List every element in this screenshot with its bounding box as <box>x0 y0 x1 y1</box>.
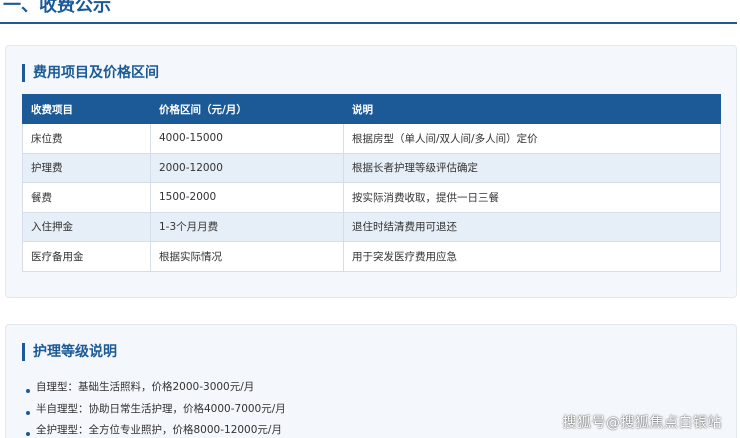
cell-description: 按实际消费收取，提供一日三餐 <box>343 182 721 213</box>
fee-table: 收费项目 价格区间（元/月） 说明 床位费 4000-15000 根据房型（单人… <box>22 94 721 272</box>
list-item: 半自理型：协助日常生活护理，价格4000-7000元/月 <box>26 399 286 421</box>
header-item: 收费项目 <box>22 94 151 124</box>
bullet-dot-icon <box>26 389 30 393</box>
table-row: 护理费 2000-12000 根据长者护理等级评估确定 <box>22 152 721 183</box>
cell-description: 用于突发医疗费用应急 <box>343 241 721 272</box>
cell-price: 4000-15000 <box>150 123 344 154</box>
cell-item: 餐费 <box>22 182 151 213</box>
cell-price: 根据实际情况 <box>150 241 344 272</box>
cell-description: 退住时结清费用可退还 <box>343 211 721 242</box>
cell-price: 1500-2000 <box>150 182 344 213</box>
cell-price: 1-3个月月费 <box>150 211 344 242</box>
watermark: 搜狐号@搜狐焦点白银站 <box>562 415 722 431</box>
cell-item: 入住押金 <box>22 211 151 242</box>
section-title: 一、收费公示 <box>3 0 111 16</box>
list-item-text: 自理型：基础生活照料，价格2000-3000元/月 <box>36 381 255 393</box>
care-card-title: 护理等级说明 <box>22 343 117 361</box>
list-item: 自理型：基础生活照料，价格2000-3000元/月 <box>26 377 286 399</box>
fee-card-title: 费用项目及价格区间 <box>22 64 159 82</box>
table-header-row: 收费项目 价格区间（元/月） 说明 <box>22 94 721 124</box>
table-row: 餐费 1500-2000 按实际消费收取，提供一日三餐 <box>22 182 721 213</box>
table-row: 医疗备用金 根据实际情况 用于突发医疗费用应急 <box>22 241 721 272</box>
bullet-dot-icon <box>26 410 30 415</box>
section-heading: 一、收费公示 <box>0 0 737 24</box>
cell-price: 2000-12000 <box>150 152 344 183</box>
list-item: 全护理型：全方位专业照护，价格8000-12000元/月 <box>26 420 286 438</box>
care-level-list: 自理型：基础生活照料，价格2000-3000元/月 半自理型：协助日常生活护理，… <box>26 377 286 438</box>
list-item-text: 半自理型：协助日常生活护理，价格4000-7000元/月 <box>36 402 286 415</box>
cell-item: 护理费 <box>22 152 151 183</box>
cell-item: 医疗备用金 <box>22 241 151 272</box>
cell-item: 床位费 <box>22 123 151 154</box>
header-description: 说明 <box>343 94 721 124</box>
cell-description: 根据长者护理等级评估确定 <box>343 152 721 183</box>
header-price-range: 价格区间（元/月） <box>150 94 344 124</box>
fee-card: 费用项目及价格区间 收费项目 价格区间（元/月） 说明 床位费 4000-150… <box>5 45 737 298</box>
list-item-text: 全护理型：全方位专业照护，价格8000-12000元/月 <box>36 424 282 436</box>
cell-description: 根据房型（单人间/双人间/多人间）定价 <box>343 123 721 154</box>
table-row: 入住押金 1-3个月月费 退住时结清费用可退还 <box>22 211 721 242</box>
table-row: 床位费 4000-15000 根据房型（单人间/双人间/多人间）定价 <box>22 123 721 154</box>
bullet-dot-icon <box>26 432 30 436</box>
